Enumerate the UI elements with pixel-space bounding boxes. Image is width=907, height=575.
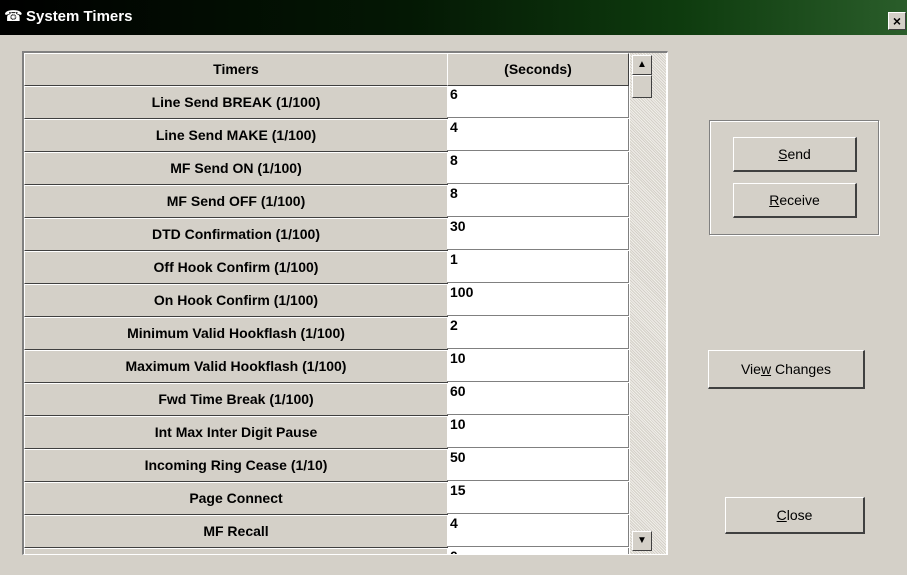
receive-label: eceive: [779, 192, 820, 208]
system-timers-window: ☎ System Timers × Timers (Seconds) Line …: [0, 0, 907, 575]
table-row[interactable]: On Hook Confirm (1/100) 100: [24, 284, 632, 317]
table-row[interactable]: MF Recall 4: [24, 515, 632, 548]
receive-mnemonic: R: [769, 192, 780, 208]
timer-name-cell[interactable]: Fwd Time Break (1/100): [24, 383, 448, 416]
close-button[interactable]: Close: [725, 497, 865, 534]
timer-name-cell[interactable]: Maximum Valid Hookflash (1/100): [24, 350, 448, 383]
close-window-button[interactable]: ×: [888, 12, 906, 30]
timer-value-cell[interactable]: 15: [447, 482, 629, 514]
table-row[interactable]: Maximum Valid Hookflash (1/100) 10: [24, 350, 632, 383]
timer-value-cell[interactable]: 4: [447, 515, 629, 547]
table-row[interactable]: Page Connect 15: [24, 482, 632, 515]
send-label: end: [787, 146, 811, 162]
timer-value-cell[interactable]: 50: [447, 449, 629, 481]
table-row[interactable]: Fwd Time Break (1/100) 60: [24, 383, 632, 416]
timer-name-cell[interactable]: DTD Confirmation (1/100): [24, 218, 448, 251]
timer-name-cell[interactable]: MF Send ON (1/100): [24, 152, 448, 185]
column-header-seconds[interactable]: (Seconds): [447, 53, 629, 86]
timer-value-cell[interactable]: 60: [447, 383, 629, 415]
title-bar[interactable]: ☎ System Timers ×: [0, 0, 907, 35]
timer-name-cell[interactable]: [24, 548, 448, 554]
table-row[interactable]: Line Send BREAK (1/100) 6: [24, 86, 632, 119]
timer-name-cell[interactable]: MF Send OFF (1/100): [24, 185, 448, 218]
scroll-down-button[interactable]: ▼: [632, 531, 652, 551]
timer-name-cell[interactable]: On Hook Confirm (1/100): [24, 284, 448, 317]
table-row[interactable]: MF Send ON (1/100) 8: [24, 152, 632, 185]
view-changes-label-after: Changes: [771, 361, 832, 377]
grid-header-row: Timers (Seconds): [24, 53, 632, 86]
close-mnemonic: C: [776, 507, 787, 523]
table-row[interactable]: 0: [24, 548, 632, 554]
timer-value-cell[interactable]: 4: [447, 119, 629, 151]
timer-value-cell[interactable]: 0: [447, 548, 629, 554]
table-row[interactable]: Minimum Valid Hookflash (1/100) 2: [24, 317, 632, 350]
view-changes-mnemonic: w: [760, 361, 772, 377]
timer-name-cell[interactable]: Page Connect: [24, 482, 448, 515]
timer-name-cell[interactable]: MF Recall: [24, 515, 448, 548]
window-title: System Timers: [26, 8, 133, 25]
send-button[interactable]: Send: [733, 137, 857, 172]
table-row[interactable]: Line Send MAKE (1/100) 4: [24, 119, 632, 152]
table-row[interactable]: Incoming Ring Cease (1/10) 50: [24, 449, 632, 482]
arrow-up-icon: ▲: [637, 59, 647, 70]
table-row[interactable]: Int Max Inter Digit Pause 10: [24, 416, 632, 449]
table-row[interactable]: DTD Confirmation (1/100) 30: [24, 218, 632, 251]
vertical-scrollbar[interactable]: ▲ ▼: [630, 53, 666, 554]
timer-name-cell[interactable]: Minimum Valid Hookflash (1/100): [24, 317, 448, 350]
scroll-up-button[interactable]: ▲: [632, 55, 652, 75]
timer-name-cell[interactable]: Int Max Inter Digit Pause: [24, 416, 448, 449]
timer-value-cell[interactable]: 1: [447, 251, 629, 283]
timer-value-cell[interactable]: 30: [447, 218, 629, 250]
timer-value-cell[interactable]: 100: [447, 284, 629, 316]
scroll-thumb[interactable]: [632, 75, 652, 98]
table-row[interactable]: Off Hook Confirm (1/100) 1: [24, 251, 632, 284]
arrow-down-icon: ▼: [637, 535, 647, 546]
telephone-icon: ☎: [4, 8, 23, 25]
timer-value-cell[interactable]: 2: [447, 317, 629, 349]
view-changes-button[interactable]: View Changes: [708, 350, 865, 389]
close-label: lose: [786, 507, 813, 523]
timer-name-cell[interactable]: Incoming Ring Cease (1/10): [24, 449, 448, 482]
timer-name-cell[interactable]: Line Send MAKE (1/100): [24, 119, 448, 152]
timer-name-cell[interactable]: Line Send BREAK (1/100): [24, 86, 448, 119]
receive-button[interactable]: Receive: [733, 183, 857, 218]
timers-grid: Timers (Seconds) Line Send BREAK (1/100)…: [22, 51, 668, 555]
column-header-timers[interactable]: Timers: [24, 53, 448, 86]
timer-value-cell[interactable]: 10: [447, 350, 629, 382]
timer-value-cell[interactable]: 8: [447, 152, 629, 184]
timer-value-cell[interactable]: 10: [447, 416, 629, 448]
timer-value-cell[interactable]: 6: [447, 86, 629, 118]
timer-name-cell[interactable]: Off Hook Confirm (1/100): [24, 251, 448, 284]
view-changes-label-before: Vie: [740, 361, 761, 377]
timer-value-cell[interactable]: 8: [447, 185, 629, 217]
table-row[interactable]: MF Send OFF (1/100) 8: [24, 185, 632, 218]
